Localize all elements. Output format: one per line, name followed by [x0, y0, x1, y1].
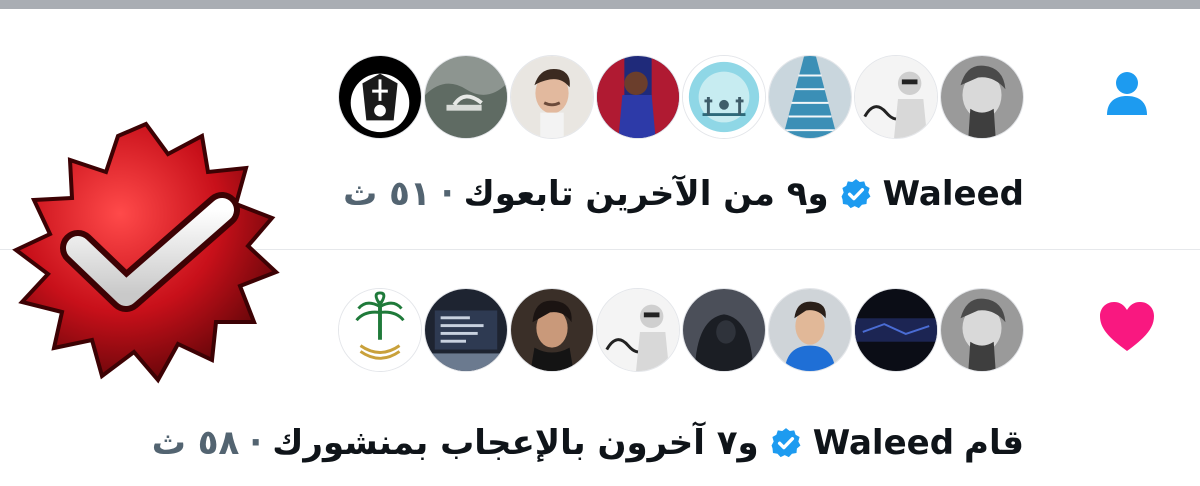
- person-icon: [1098, 64, 1156, 122]
- red-verified-sticker-icon: [8, 118, 284, 388]
- avatar[interactable]: [682, 55, 766, 139]
- notification-body: و٩ من الآخرين تابعوك: [463, 174, 829, 214]
- avatar[interactable]: [768, 288, 852, 372]
- verified-badge-icon: [839, 177, 873, 211]
- user-name[interactable]: Waleed: [813, 420, 954, 466]
- user-name[interactable]: Waleed: [883, 171, 1024, 217]
- avatar[interactable]: [940, 288, 1024, 372]
- timestamp: ٥١ ث: [343, 174, 431, 214]
- notification-text: قام Waleed و٧ آخرون بالإعجاب بمنشورك · ٥…: [152, 420, 1024, 466]
- notification-prefix: قام: [964, 423, 1024, 463]
- avatar-strip: [338, 288, 1024, 374]
- notification-text: Waleed و٩ من الآخرين تابعوك · ٥١ ث: [343, 171, 1024, 217]
- avatar[interactable]: [424, 288, 508, 372]
- timestamp: ٥٨ ث: [151, 423, 240, 463]
- avatar[interactable]: [596, 55, 680, 139]
- avatar[interactable]: [338, 55, 422, 139]
- avatar[interactable]: [940, 55, 1024, 139]
- separator: ·: [249, 423, 263, 463]
- avatar[interactable]: [854, 288, 938, 372]
- verified-badge-icon: [769, 426, 803, 460]
- avatar[interactable]: [854, 55, 938, 139]
- avatar[interactable]: [510, 288, 594, 372]
- notification-body: و٧ آخرون بالإعجاب بمنشورك: [272, 423, 759, 463]
- avatar[interactable]: [596, 288, 680, 372]
- avatar[interactable]: [768, 55, 852, 139]
- avatar[interactable]: [510, 55, 594, 139]
- top-scroll-edge: [0, 0, 1200, 9]
- heart-icon: [1098, 298, 1156, 356]
- avatar-strip: [338, 55, 1024, 141]
- avatar[interactable]: [338, 288, 422, 372]
- avatar[interactable]: [682, 288, 766, 372]
- avatar[interactable]: [424, 55, 508, 139]
- separator: ·: [440, 174, 454, 214]
